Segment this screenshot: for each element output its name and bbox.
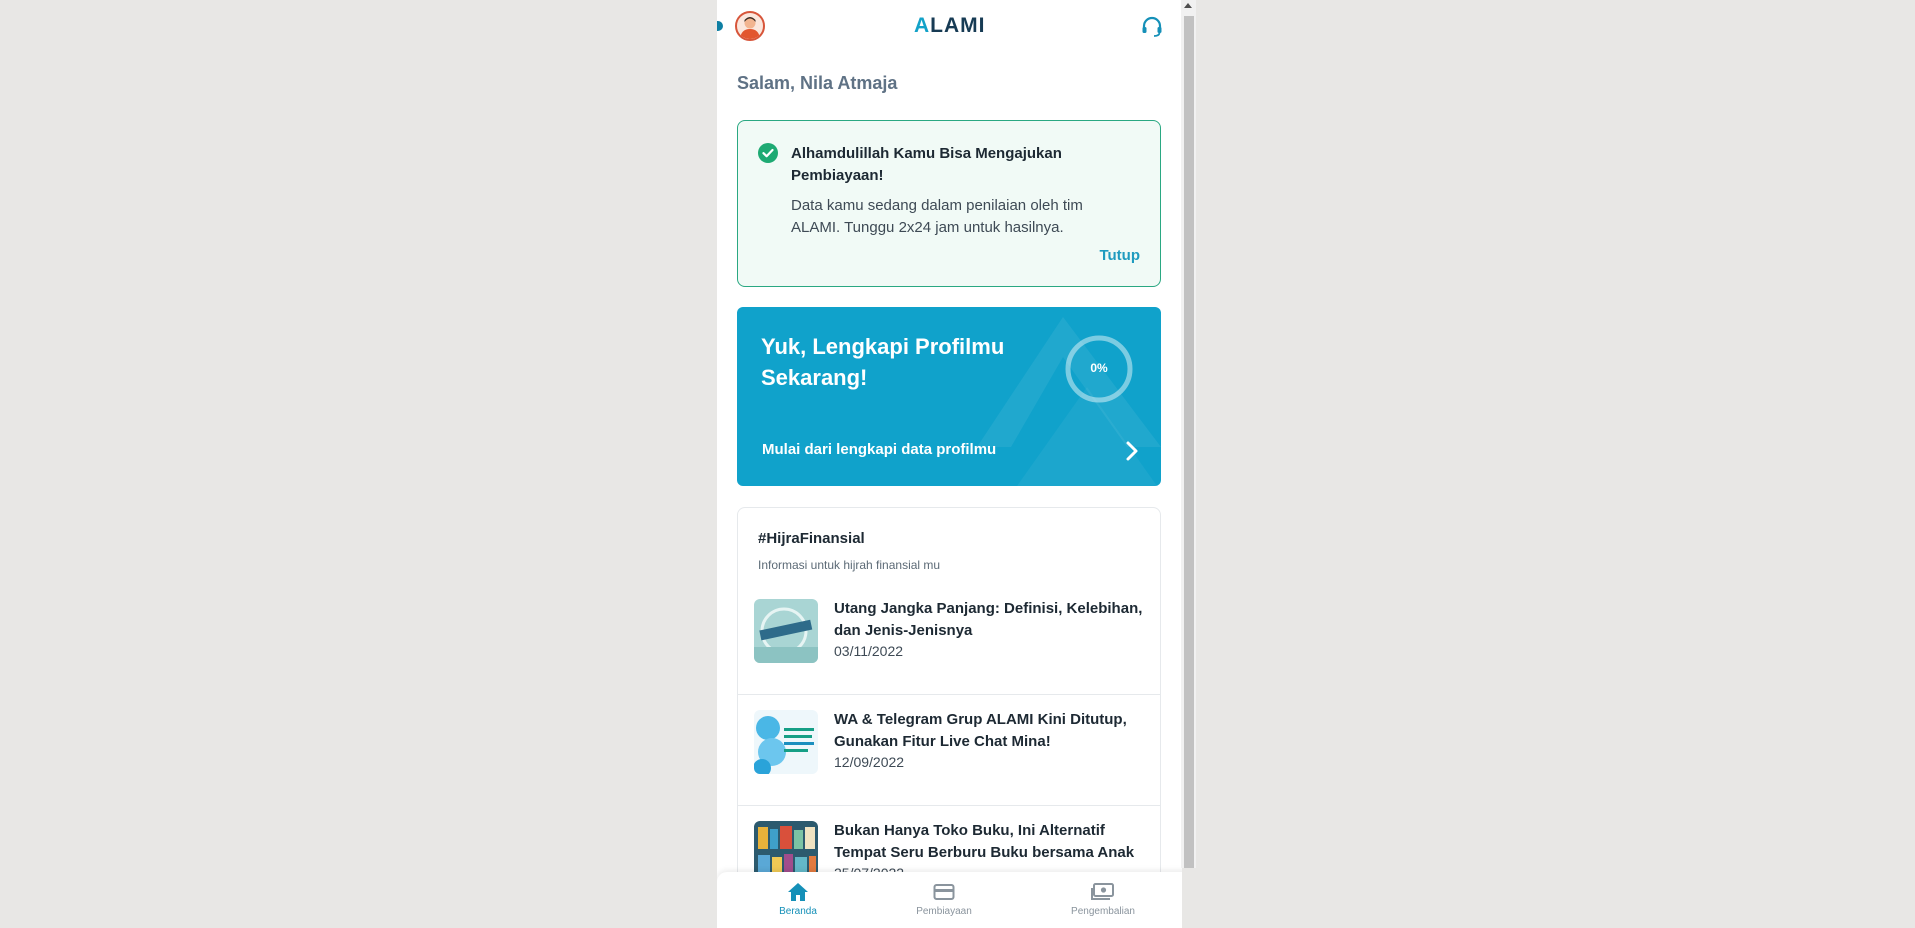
drawer-handle[interactable] [717, 21, 723, 31]
nav-label: Pengembalian [1071, 906, 1135, 917]
card-icon [933, 884, 955, 900]
scroll-up-arrow-icon[interactable] [1184, 3, 1192, 8]
article-date: 03/11/2022 [834, 643, 904, 659]
nav-label: Pembiayaan [916, 906, 972, 917]
eligibility-alert: Alhamdulillah Kamu Bisa Mengajukan Pembi… [737, 120, 1161, 287]
nav-item-beranda[interactable]: Beranda [743, 882, 853, 917]
article-image [754, 599, 818, 663]
greeting-text: Salam, Nila Atmaja [737, 73, 898, 93]
article-item[interactable]: WA & Telegram Grup ALAMI Kini Ditutup, G… [738, 694, 1160, 806]
headset-icon[interactable] [1140, 15, 1164, 39]
avatar[interactable] [735, 11, 765, 41]
article-title: Utang Jangka Panjang: Definisi, Kelebiha… [834, 600, 1143, 639]
check-circle-icon [758, 143, 778, 163]
alert-close-button[interactable]: Tutup [1099, 247, 1140, 264]
nav-item-pengembalian[interactable]: Pengembalian [1048, 882, 1158, 917]
article-thumbnail [754, 599, 818, 663]
article-title: Bukan Hanya Toko Buku, Ini Alternatif Te… [834, 822, 1135, 861]
avatar-icon [740, 17, 760, 39]
article-date: 12/09/2022 [834, 754, 905, 770]
complete-profile-card[interactable]: Yuk, Lengkapi Profilmu Sekarang! 0% Mula… [737, 307, 1161, 486]
bottom-navigation: Beranda Pembiayaan Pengembalian [717, 872, 1182, 928]
alert-title: Alhamdulillah Kamu Bisa Mengajukan Pembi… [791, 145, 1062, 184]
profile-card-subtitle: Mulai dari lengkapi data profilmu [762, 441, 997, 458]
alami-logo[interactable]: ALAMI [914, 14, 986, 38]
profile-progress-value: 0% [1090, 361, 1108, 375]
home-icon [788, 883, 808, 901]
article-thumbnail [754, 710, 818, 774]
top-bar: ALAMI [717, 0, 1182, 54]
scrollbar-thumb[interactable] [1184, 16, 1194, 868]
page-scrollbar[interactable] [1181, 0, 1196, 868]
alert-body: Data kamu sedang dalam penilaian oleh ti… [791, 197, 1083, 236]
article-image [754, 710, 818, 774]
section-subtitle: Informasi untuk hijrah finansial mu [758, 558, 941, 572]
article-item[interactable]: Utang Jangka Panjang: Definisi, Kelebiha… [738, 583, 1160, 695]
chevron-right-icon[interactable] [1122, 439, 1142, 463]
section-title: #HijraFinansial [758, 530, 865, 547]
hijra-finansial-section: #HijraFinansial Informasi untuk hijrah f… [737, 507, 1161, 928]
cash-icon [1091, 883, 1114, 900]
app-viewport: ALAMI Salam, Nila Atmaja Alhamdulillah K… [717, 0, 1182, 928]
nav-label: Beranda [779, 906, 817, 917]
profile-card-title: Yuk, Lengkapi Profilmu Sekarang! [761, 334, 1005, 390]
nav-item-pembiayaan[interactable]: Pembiayaan [889, 882, 999, 917]
article-title: WA & Telegram Grup ALAMI Kini Ditutup, G… [834, 711, 1127, 750]
